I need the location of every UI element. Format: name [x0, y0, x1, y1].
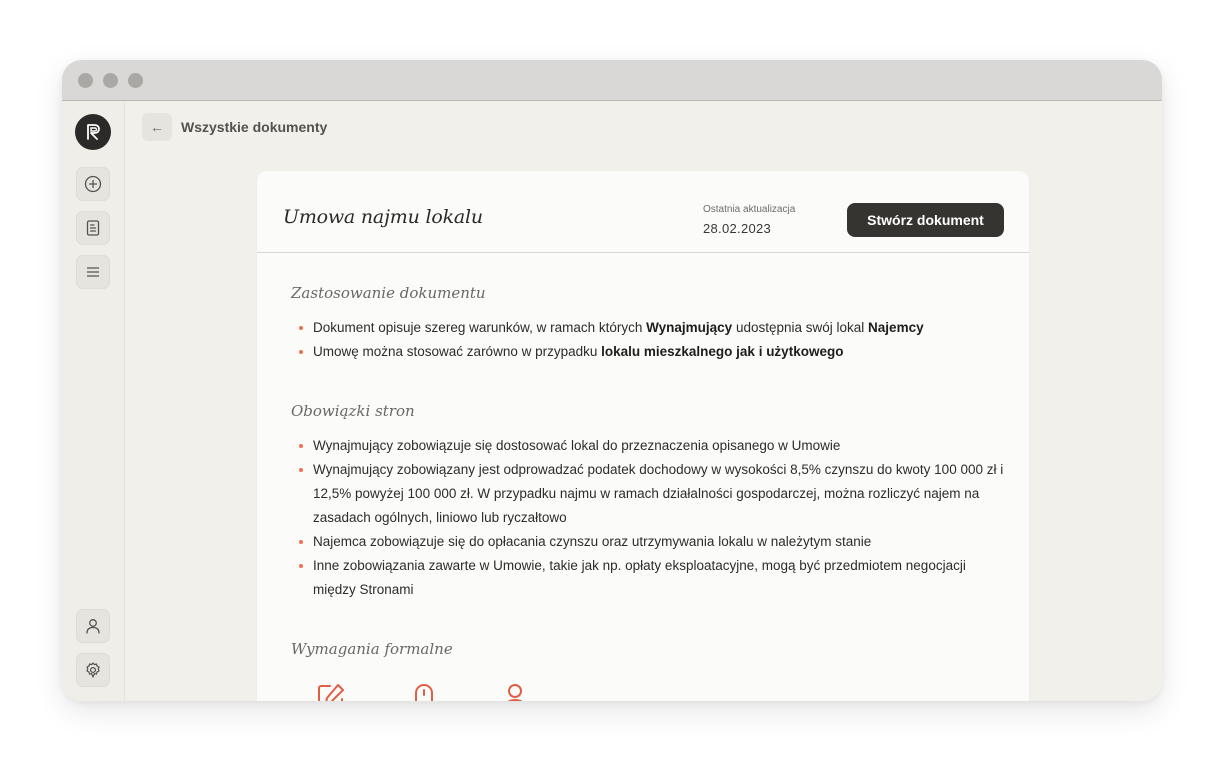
last-update-label: Ostatnia aktualizacja	[703, 204, 796, 215]
list-item: Inne zobowiązania zawarte w Umowie, taki…	[297, 554, 1007, 602]
create-document-button[interactable]: Stwórz dokument	[847, 203, 1004, 237]
obligations-list: Wynajmujący zobowiązuje się dostosować l…	[297, 434, 1007, 602]
back-button[interactable]: ←	[142, 113, 172, 141]
text-run: Inne zobowiązania zawarte w Umowie, taki…	[313, 558, 966, 597]
bold-text: Najemcy	[868, 320, 924, 335]
window-control-minimize[interactable]	[103, 73, 118, 88]
user-icon	[86, 619, 100, 634]
user-check-icon	[507, 684, 523, 701]
mouse-icon	[415, 684, 433, 701]
list-item: Wynajmujący zobowiązany jest odprowadzać…	[297, 458, 1007, 530]
text-run: Dokument opisuje szereg warunków, w rama…	[313, 320, 647, 335]
window-control-maximize[interactable]	[128, 73, 143, 88]
document-icon	[86, 220, 100, 236]
usage-list: Dokument opisuje szereg warunków, w rama…	[297, 316, 1007, 364]
list-item: Wynajmujący zobowiązuje się dostosować l…	[297, 434, 1007, 458]
documents-button[interactable]	[76, 211, 110, 245]
document-card: Umowa najmu lokalu Ostatnia aktualizacja…	[257, 171, 1029, 701]
plus-circle-icon	[84, 175, 102, 193]
breadcrumb: ← Wszystkie dokumenty	[142, 113, 327, 141]
profile-button[interactable]	[76, 609, 110, 643]
list-item: Najemca zobowiązuje się do opłacania czy…	[297, 530, 1007, 554]
list-item: Umowę można stosować zarówno w przypadku…	[297, 340, 1007, 364]
sidebar	[62, 101, 125, 701]
menu-icon	[86, 267, 100, 277]
section-title-obligations: Obowiązki stron	[291, 402, 415, 420]
section-title-requirements: Wymagania formalne	[291, 640, 453, 658]
breadcrumb-all-documents[interactable]: Wszystkie dokumenty	[181, 119, 327, 135]
edit-icon	[318, 684, 344, 701]
window-control-close[interactable]	[78, 73, 93, 88]
settings-button[interactable]	[76, 653, 110, 687]
last-update-date: 28.02.2023	[703, 221, 772, 236]
settings-icon	[86, 662, 100, 678]
text-run: Umowę można stosować zarówno w przypadku	[313, 344, 602, 359]
text-run: udostępnia swój lokal	[732, 320, 869, 335]
section-title-usage: Zastosowanie dokumentu	[291, 284, 486, 302]
list-item: Dokument opisuje szereg warunków, w rama…	[297, 316, 1007, 340]
document-title: Umowa najmu lokalu	[283, 206, 483, 228]
text-run: Wynajmujący zobowiązuje się dostosować l…	[313, 438, 841, 453]
bold-text: lokalu mieszkalnego jak i użytkowego	[601, 344, 844, 359]
menu-button[interactable]	[76, 255, 110, 289]
document-header: Umowa najmu lokalu Ostatnia aktualizacja…	[257, 171, 1029, 253]
window-titlebar	[62, 60, 1162, 101]
logo-icon[interactable]	[75, 114, 111, 150]
arrow-left-icon: ←	[150, 119, 164, 135]
text-run: Najemca zobowiązuje się do opłacania czy…	[313, 534, 872, 549]
new-document-button[interactable]	[76, 167, 110, 201]
text-run: Wynajmujący zobowiązany jest odprowadzać…	[313, 462, 1004, 525]
bold-text: Wynajmujący	[646, 320, 733, 335]
app-window: ← Wszystkie dokumenty Umowa najmu lokalu…	[62, 60, 1162, 701]
